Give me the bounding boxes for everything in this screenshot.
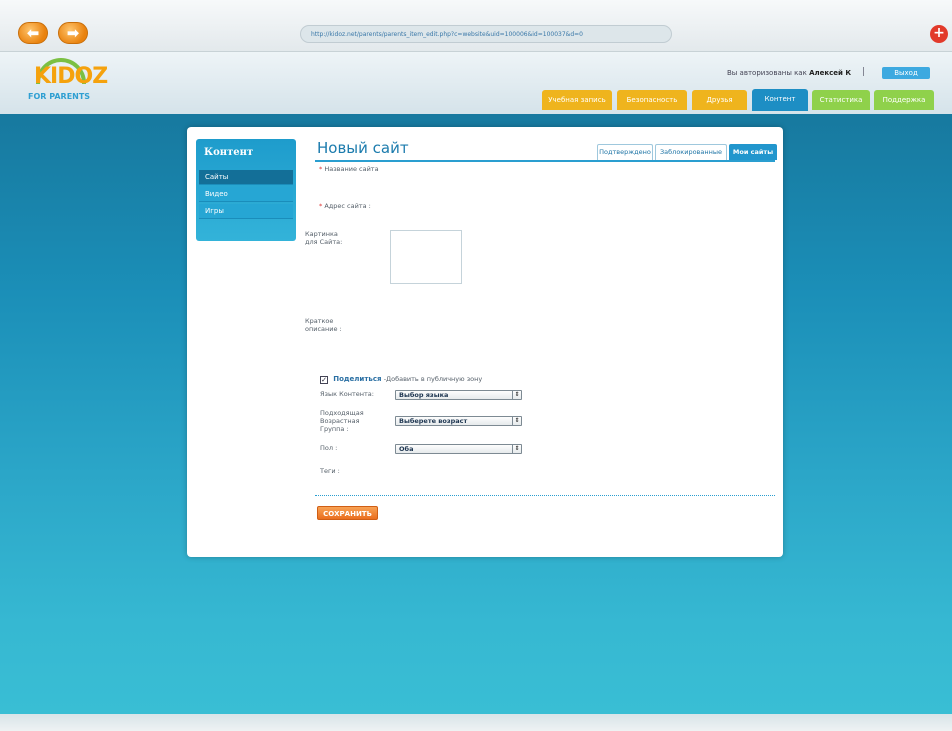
share-row: ✓ Поделиться -Добавить в публичную зону	[320, 375, 482, 384]
tab-security[interactable]: Безопасность	[617, 90, 687, 110]
close-icon[interactable]: +	[930, 25, 948, 43]
site-header: KIDOZ FOR PARENTS Вы авторизованы как Ал…	[0, 52, 952, 114]
tab-content[interactable]: Контент	[752, 89, 808, 111]
forward-arrow-icon[interactable]: ➡	[58, 22, 88, 44]
back-arrow-icon[interactable]: ⬅	[18, 22, 48, 44]
site-address-label: * Адрес сайта :	[319, 202, 371, 210]
tab-blocked[interactable]: Заблокированные	[655, 144, 727, 160]
tab-support[interactable]: Поддержка	[874, 90, 934, 110]
select-arrow-icon: ⇕	[512, 416, 521, 426]
logo-text: KIDOZ	[34, 64, 108, 89]
age-group-label: Подходящая Возрастная Группа :	[320, 409, 364, 433]
save-button[interactable]: СОХРАНИТЬ	[317, 506, 378, 520]
share-label: Поделиться	[333, 375, 382, 383]
gender-label: Пол :	[320, 444, 338, 452]
sidebar-item-games[interactable]: Игры	[199, 204, 293, 219]
gender-select[interactable]: Оба ⇕	[395, 444, 522, 454]
title-divider	[315, 160, 775, 162]
gender-select-value: Оба	[399, 445, 414, 453]
share-checkbox[interactable]: ✓	[320, 376, 328, 384]
age-group-select[interactable]: Выберете возраст ⇕	[395, 416, 522, 426]
user-name: Алексей К	[809, 69, 852, 77]
logo-subtitle: FOR PARENTS	[28, 92, 91, 101]
sidebar-item-sites[interactable]: Сайты	[199, 170, 293, 185]
site-name-label-text: Название сайта	[324, 165, 379, 173]
sidebar: Контент Сайты Видео Игры	[196, 139, 296, 241]
tab-friends[interactable]: Друзья	[692, 90, 747, 110]
language-select-value: Выбор языка	[399, 391, 449, 399]
age-select-value: Выберете возраст	[399, 417, 468, 425]
select-arrow-icon: ⇕	[512, 390, 521, 400]
page-title: Новый сайт	[317, 139, 409, 157]
auth-status: Вы авторизованы как Алексей К	[727, 69, 851, 77]
browser-toolbar: ⬅ ➡ http://kidoz.net/parents/parents_ite…	[0, 0, 952, 52]
language-select[interactable]: Выбор языка ⇕	[395, 390, 522, 400]
sidebar-item-video[interactable]: Видео	[199, 187, 293, 202]
tab-stats[interactable]: Статистика	[812, 90, 870, 110]
site-name-label: * Название сайта	[319, 165, 379, 173]
bottom-strip	[0, 714, 952, 731]
language-label: Язык Контента:	[320, 390, 374, 398]
logout-button[interactable]: Выход	[882, 67, 930, 79]
tags-label: Теги :	[320, 467, 340, 475]
address-bar[interactable]: http://kidoz.net/parents/parents_item_ed…	[300, 25, 672, 43]
sidebar-title: Контент	[204, 147, 254, 158]
tab-diary[interactable]: Учебная запись	[542, 90, 612, 110]
description-label: Краткое описание :	[305, 317, 342, 333]
auth-prefix: Вы авторизованы как	[727, 69, 807, 77]
tab-my-sites[interactable]: Мои сайты	[729, 144, 777, 160]
kidoz-logo[interactable]: KIDOZ FOR PARENTS	[28, 58, 108, 106]
form-divider	[315, 495, 775, 496]
required-mark: *	[319, 202, 323, 210]
header-separator: |	[862, 67, 866, 77]
site-address-label-text: Адрес сайта :	[324, 202, 371, 210]
main-panel: Контент Сайты Видео Игры Новый сайт Подт…	[187, 127, 783, 557]
select-arrow-icon: ⇕	[512, 444, 521, 454]
tab-confirmed[interactable]: Подтверждено	[597, 144, 653, 160]
share-note: -Добавить в публичную зону	[383, 375, 483, 383]
picture-upload-box[interactable]	[390, 230, 462, 284]
picture-label: Картинка для Сайта:	[305, 230, 343, 246]
required-mark: *	[319, 165, 323, 173]
